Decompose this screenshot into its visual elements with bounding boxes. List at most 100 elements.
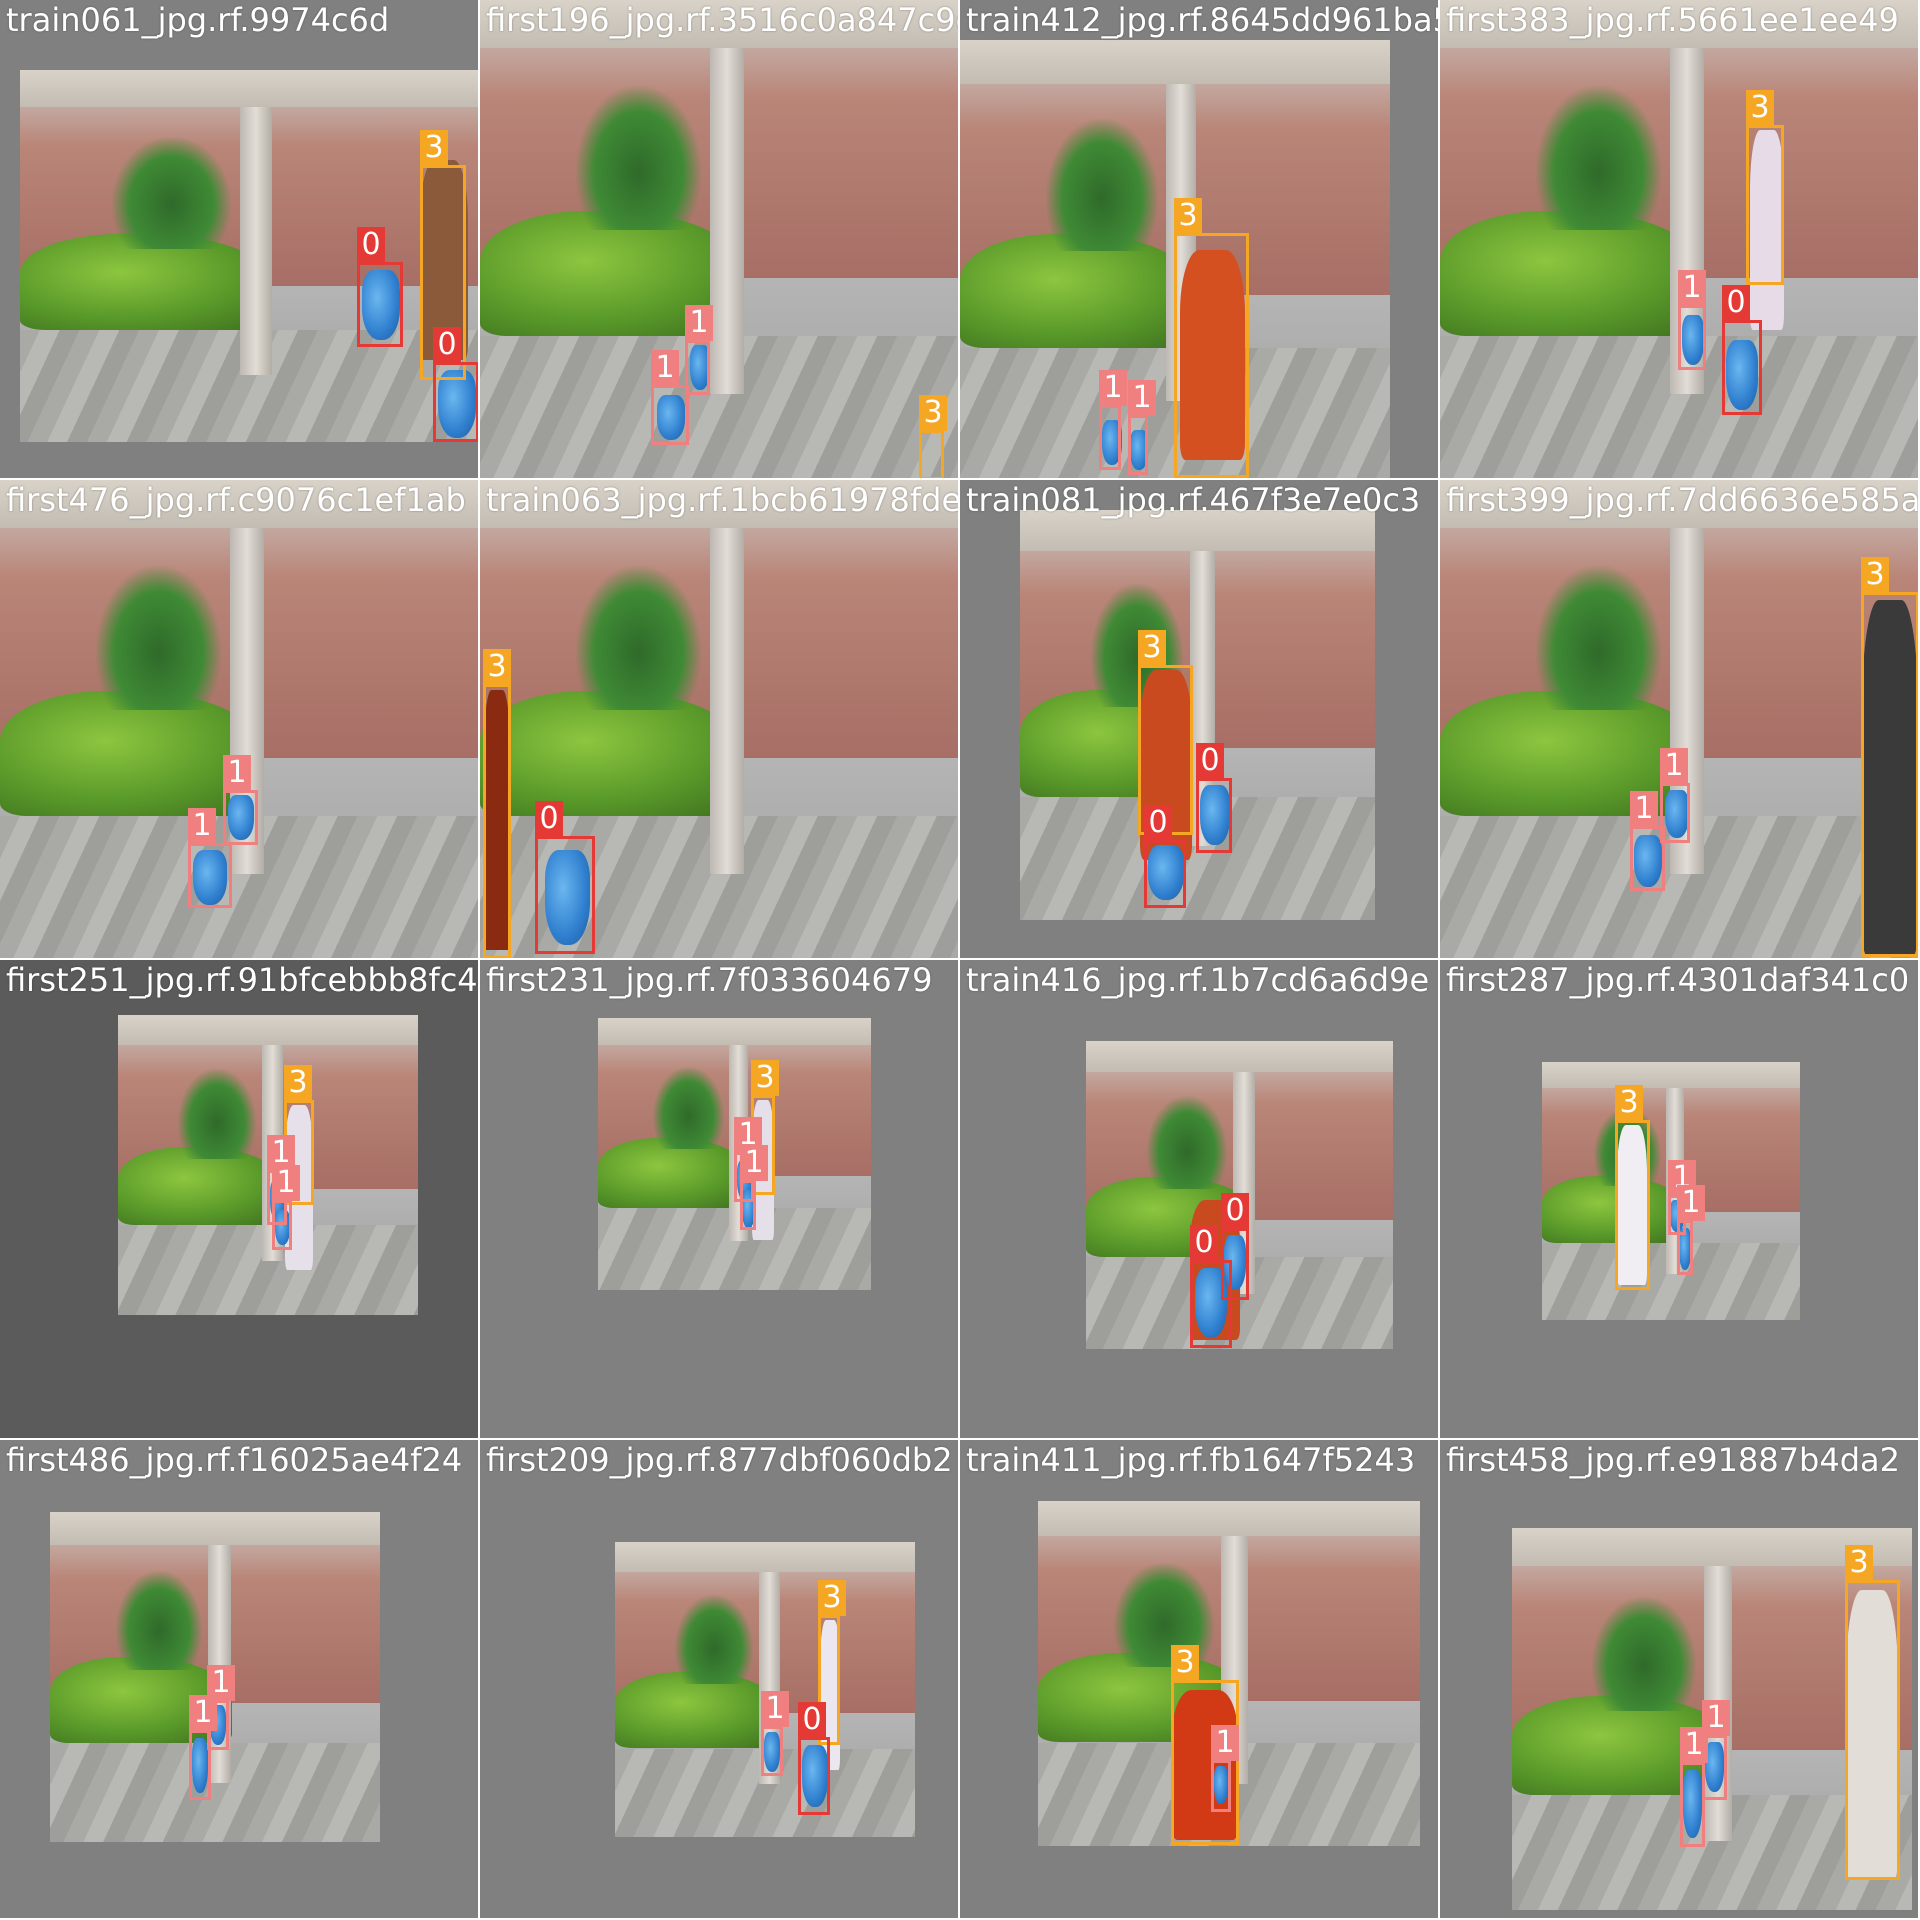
detection-box: 1 (189, 1695, 217, 1800)
detection-box: 3 (1174, 198, 1249, 478)
detection-label: 0 (433, 327, 461, 363)
scene-palm (1046, 119, 1158, 252)
prediction-tile: 0 0 train416_jpg.rf.1b7cd6a6d9e (960, 960, 1438, 1438)
scene-palm (1536, 86, 1661, 231)
detection-box: 1 (1680, 1727, 1708, 1847)
scene-palm (116, 1571, 202, 1671)
prediction-tile: 3 1 1 first231_jpg.rf.7f033604679 (480, 960, 958, 1438)
tile-filename: first196_jpg.rf.3516c0a847c9d (486, 1, 958, 39)
prediction-tile: 1 1 first486_jpg.rf.f16025ae4f24 (0, 1440, 478, 1918)
detection-label: 3 (483, 649, 511, 685)
tile-filename: first251_jpg.rf.91bfcebbb8fc4 (6, 961, 478, 999)
detection-label: 1 (188, 808, 216, 844)
detection-box: 0 (1144, 805, 1186, 908)
scene-palm (111, 136, 231, 249)
scene-palm (652, 1066, 724, 1149)
detection-label: 3 (284, 1065, 312, 1101)
detection-box: 3 (1615, 1085, 1650, 1290)
detection-box: 1 (1211, 1725, 1239, 1812)
detection-box: 0 (1196, 743, 1232, 853)
prediction-tile: 1 1 3 first196_jpg.rf.3516c0a847c9d (480, 0, 958, 478)
detection-label: 3 (751, 1060, 779, 1096)
scene-beam (615, 1542, 915, 1572)
tile-photo (1440, 480, 1918, 958)
detection-box: 3 (483, 649, 511, 958)
prediction-tile: 3 0 train063_jpg.rf.1bcb61978fde (480, 480, 958, 958)
scene-palm (1536, 566, 1661, 711)
detection-label: 1 (1630, 791, 1658, 827)
scene-palm (576, 86, 701, 231)
detection-label: 1 (1660, 748, 1688, 784)
detection-box: 3 (1845, 1545, 1900, 1880)
prediction-tile: 3 0 0 train061_jpg.rf.9974c6d (0, 0, 478, 478)
detection-box: 3 (919, 395, 947, 478)
tile-photo (615, 1542, 915, 1837)
tile-filename: train081_jpg.rf.467f3e7e0c3 (966, 481, 1421, 519)
scene-palm (675, 1595, 753, 1684)
prediction-tile: 3 1 1 first287_jpg.rf.4301daf341c0 (1440, 960, 1918, 1438)
detection-label: 1 (740, 1145, 768, 1181)
tile-filename: first399_jpg.rf.7dd6636e585a (1446, 481, 1918, 519)
scene-palm (96, 566, 221, 711)
detection-label: 0 (535, 801, 563, 837)
tile-filename: first231_jpg.rf.7f033604679 (486, 961, 933, 999)
scene-palm (576, 566, 701, 711)
detection-box: 0 (357, 227, 403, 347)
detection-label: 1 (1677, 1185, 1705, 1221)
tile-filename: first476_jpg.rf.c9076c1ef1ab (6, 481, 466, 519)
detection-box: 0 (798, 1702, 830, 1815)
detection-box: 1 (761, 1691, 789, 1776)
tile-filename: train412_jpg.rf.8645dd961ba53b (966, 1, 1438, 39)
prediction-tile: 3 1 1 first399_jpg.rf.7dd6636e585a (1440, 480, 1918, 958)
scene-beam (960, 40, 1390, 84)
detection-label: 0 (1144, 805, 1172, 841)
scene-palm (1147, 1096, 1228, 1189)
detection-label: 0 (1221, 1193, 1249, 1229)
tile-filename: first209_jpg.rf.877dbf060db2 (486, 1441, 953, 1479)
detection-label: 3 (1746, 90, 1774, 126)
detection-label: 1 (223, 755, 251, 791)
detection-label: 3 (818, 1580, 846, 1616)
detection-box: 0 (1190, 1225, 1232, 1348)
scene-beam (50, 1512, 380, 1545)
detection-box: 1 (1099, 370, 1127, 470)
detection-box: 1 (272, 1165, 300, 1250)
detection-label: 0 (798, 1702, 826, 1738)
detection-box: 1 (1677, 1185, 1705, 1275)
detection-label: 3 (919, 395, 947, 431)
tile-filename: train416_jpg.rf.1b7cd6a6d9e (966, 961, 1430, 999)
detection-label: 3 (420, 130, 448, 166)
scene-palm (178, 1069, 256, 1159)
detection-box: 0 (433, 327, 478, 442)
scene-beam (118, 1015, 418, 1045)
tile-filename: train061_jpg.rf.9974c6d (6, 1, 390, 39)
detection-label: 1 (1099, 370, 1127, 406)
scene-pillar (710, 480, 744, 874)
tile-photo (1440, 0, 1918, 478)
detection-label: 3 (1138, 630, 1166, 666)
scene-beam (1086, 1041, 1393, 1072)
scene-beam (1038, 1501, 1420, 1536)
detection-label: 0 (1196, 743, 1224, 779)
detection-label: 3 (1861, 557, 1889, 593)
detection-label: 3 (1171, 1645, 1199, 1681)
detection-box: 1 (1630, 791, 1665, 891)
detection-label: 1 (651, 350, 679, 386)
tile-filename: train411_jpg.rf.fb1647f5243 (966, 1441, 1416, 1479)
tile-filename: train063_jpg.rf.1bcb61978fde (486, 481, 958, 519)
tile-filename: first486_jpg.rf.f16025ae4f24 (6, 1441, 463, 1479)
detection-box: 3 (1861, 557, 1918, 957)
detection-label: 1 (189, 1695, 217, 1731)
tile-photo (0, 480, 478, 958)
prediction-tile: 3 0 0 train081_jpg.rf.467f3e7e0c3 (960, 480, 1438, 958)
tile-filename: first383_jpg.rf.5661ee1ee49 (1446, 1, 1899, 39)
tile-filename: first458_jpg.rf.e91887b4da2 (1446, 1441, 1900, 1479)
detection-label: 1 (1211, 1725, 1239, 1761)
scene-palm (1592, 1596, 1696, 1712)
detection-label: 0 (1722, 285, 1750, 321)
detection-box: 1 (740, 1145, 768, 1230)
prediction-tile: 3 1 1 first458_jpg.rf.e91887b4da2 (1440, 1440, 1918, 1918)
scene-pillar (239, 70, 272, 376)
detection-label: 3 (1615, 1085, 1643, 1121)
scene-beam (20, 70, 478, 108)
